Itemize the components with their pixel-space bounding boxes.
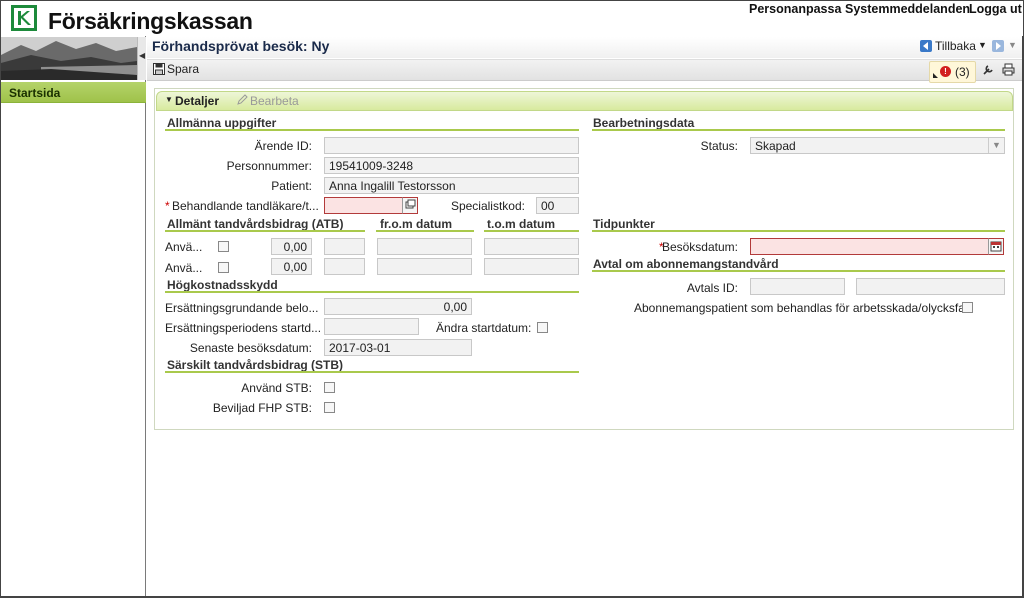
beviljad-fhp-checkbox[interactable] <box>324 402 335 413</box>
brand-logo-icon <box>11 5 37 31</box>
col-from-header: fr.o.m datum <box>380 217 453 231</box>
section-divider <box>165 371 579 373</box>
section-tidpunkter-title: Tidpunkter <box>593 217 655 231</box>
atb-row-checkbox[interactable] <box>218 241 229 252</box>
patient-field[interactable]: Anna Ingalill Testorsson <box>324 177 579 194</box>
avtals-id-extra-field[interactable] <box>856 278 1005 295</box>
status-label: Status: <box>700 139 738 153</box>
besoksdatum-label: Besöksdatum: <box>661 240 738 254</box>
atb-row-amount[interactable]: 0,00 <box>271 258 312 275</box>
anvand-stb-checkbox[interactable] <box>324 382 335 393</box>
behandlande-picker-button[interactable] <box>402 197 418 214</box>
avtals-id-field[interactable] <box>750 278 845 295</box>
save-icon[interactable] <box>153 63 165 78</box>
besoksdatum-field[interactable] <box>750 238 989 255</box>
save-button[interactable]: Spara <box>167 62 199 76</box>
behandlande-label: Behandlande tandläkare/t... <box>172 199 319 213</box>
section-divider <box>165 129 579 131</box>
anvand-stb-label: Använd STB: <box>241 381 312 395</box>
sidebar-item-startsida[interactable]: Startsida <box>1 82 146 103</box>
toolbar <box>147 59 1023 81</box>
senaste-besok-field[interactable]: 2017-03-01 <box>324 339 472 356</box>
section-avtal-title: Avtal om abonnemangstandvård <box>593 257 779 271</box>
collapse-arrow-icon: ◀ <box>139 51 146 60</box>
tab-detaljer[interactable]: Detaljer <box>175 94 219 108</box>
personanpassa-link[interactable]: Personanpassa <box>749 2 841 16</box>
status-value: Skapad <box>755 139 796 153</box>
arende-label: Ärende ID: <box>254 139 312 153</box>
section-divider <box>592 270 1005 272</box>
section-divider <box>376 230 474 232</box>
atb-row-amount[interactable]: 0,00 <box>271 238 312 255</box>
landscape-image <box>1 37 137 80</box>
section-divider <box>592 129 1005 131</box>
section-hogkostnad-title: Högkostnadsskydd <box>167 278 278 292</box>
beviljad-fhp-label: Beviljad FHP STB: <box>212 401 312 415</box>
behandlande-field[interactable] <box>324 197 403 214</box>
ersattningsgrundande-label: Ersättningsgrundande belo... <box>165 301 319 315</box>
arende-field[interactable] <box>324 137 579 154</box>
back-button[interactable]: Tillbaka <box>935 39 976 53</box>
required-marker: * <box>165 199 170 213</box>
atb-row-tom-date[interactable] <box>484 238 579 255</box>
startdatum-field[interactable] <box>324 318 419 335</box>
atb-row-tom-date[interactable] <box>484 258 579 275</box>
col-tom-header: t.o.m datum <box>487 217 555 231</box>
pencil-icon <box>237 94 248 108</box>
personnummer-label: Personnummer: <box>226 159 312 173</box>
specialistkod-label: Specialistkod: <box>450 199 525 213</box>
abonnemang-label: Abonnemangspatient som behandlas för arb… <box>634 301 974 315</box>
calendar-icon[interactable] <box>988 238 1004 255</box>
abonnemang-checkbox[interactable] <box>962 302 973 313</box>
senaste-besok-label: Senaste besöksdatum: <box>189 341 312 355</box>
startdatum-label: Ersättningsperiodens startd... <box>165 321 322 335</box>
personnummer-field[interactable]: 19541009-3248 <box>324 157 579 174</box>
systemmeddelanden-link[interactable]: Systemmeddelanden <box>845 2 970 16</box>
forward-icon[interactable] <box>992 40 1004 52</box>
tab-bearbeta[interactable]: Bearbeta <box>250 94 299 108</box>
error-count: (3) <box>955 65 970 79</box>
atb-row-label: Anvä... <box>165 240 203 254</box>
expand-arrow-icon[interactable]: ▼ <box>165 95 173 104</box>
section-bearbetning-title: Bearbetningsdata <box>593 116 695 130</box>
ersattningsgrundande-field[interactable]: 0,00 <box>324 298 472 315</box>
andra-startdatum-checkbox[interactable] <box>537 322 548 333</box>
back-dropdown-icon[interactable]: ▼ <box>978 40 987 50</box>
section-divider <box>484 230 579 232</box>
left-navigation <box>0 36 146 598</box>
atb-row-from-date[interactable] <box>377 258 472 275</box>
andra-startdatum-label: Ändra startdatum: <box>436 321 532 335</box>
section-stb-title: Särskilt tandvårdsbidrag (STB) <box>167 358 344 372</box>
error-icon: ! <box>940 66 951 77</box>
tools-icon[interactable] <box>982 63 995 79</box>
section-divider <box>165 230 365 232</box>
atb-row-extra-field[interactable] <box>324 238 365 255</box>
collapse-sidebar-handle[interactable]: ◀ <box>137 37 146 80</box>
back-icon[interactable] <box>920 40 932 52</box>
atb-row-extra-field[interactable] <box>324 258 365 275</box>
section-atb-title: Allmänt tandvårdsbidrag (ATB) <box>167 217 344 231</box>
atb-row-checkbox[interactable] <box>218 262 229 273</box>
logga-ut-link[interactable]: Logga ut <box>969 2 1022 16</box>
print-icon[interactable] <box>1002 63 1015 79</box>
atb-row-from-date[interactable] <box>377 238 472 255</box>
section-divider <box>165 291 579 293</box>
status-dropdown-icon[interactable]: ▼ <box>988 138 1004 153</box>
status-select[interactable]: Skapad <box>750 137 1005 154</box>
atb-row-label: Anvä... <box>165 261 203 275</box>
section-allmanna-title: Allmänna uppgifter <box>167 116 277 130</box>
brand-name: Försäkringskassan <box>48 8 253 34</box>
forward-dropdown-icon[interactable]: ▼ <box>1008 40 1017 50</box>
section-divider <box>592 230 1005 232</box>
page-title: Förhandsprövat besök: Ny <box>152 38 330 54</box>
patient-label: Patient: <box>271 179 312 193</box>
avtals-id-label: Avtals ID: <box>686 281 738 295</box>
specialistkod-field[interactable]: 00 <box>536 197 579 214</box>
